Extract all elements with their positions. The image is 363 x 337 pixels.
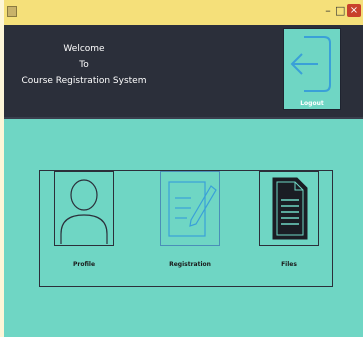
edit-document-icon bbox=[168, 181, 217, 237]
registration-label: Registration bbox=[169, 261, 211, 268]
welcome-line-2: To bbox=[79, 60, 89, 70]
profile-label: Profile bbox=[72, 261, 96, 268]
minimize-button[interactable]: – bbox=[323, 4, 333, 17]
menu-panel: Profile Registration Files bbox=[39, 170, 333, 287]
app-window: – □ × Welcome To Course Registration Sys… bbox=[4, 0, 363, 337]
welcome-text: Welcome To Course Registration System bbox=[4, 41, 164, 89]
welcome-line-1: Welcome bbox=[63, 44, 105, 54]
profile-icon-frame[interactable] bbox=[54, 171, 114, 246]
files-label: Files bbox=[281, 261, 297, 268]
close-button[interactable]: × bbox=[347, 4, 361, 17]
title-bar: – □ × bbox=[4, 0, 363, 25]
header-divider bbox=[4, 117, 363, 119]
maximize-button[interactable]: □ bbox=[335, 4, 345, 17]
logout-label: Logout bbox=[300, 100, 324, 107]
files-icon-frame[interactable] bbox=[259, 171, 319, 246]
file-icon bbox=[272, 177, 308, 240]
app-icon bbox=[7, 6, 17, 17]
logout-button[interactable]: Logout bbox=[283, 28, 341, 110]
files-tile[interactable]: Files bbox=[259, 171, 329, 281]
registration-icon-frame[interactable] bbox=[160, 171, 220, 246]
logout-arrow-icon bbox=[290, 36, 331, 92]
registration-tile[interactable]: Registration bbox=[160, 171, 230, 281]
header-banner: Welcome To Course Registration System Lo… bbox=[4, 25, 363, 117]
profile-tile[interactable]: Profile bbox=[54, 171, 124, 281]
welcome-line-3: Course Registration System bbox=[21, 76, 147, 86]
user-icon bbox=[60, 179, 108, 244]
